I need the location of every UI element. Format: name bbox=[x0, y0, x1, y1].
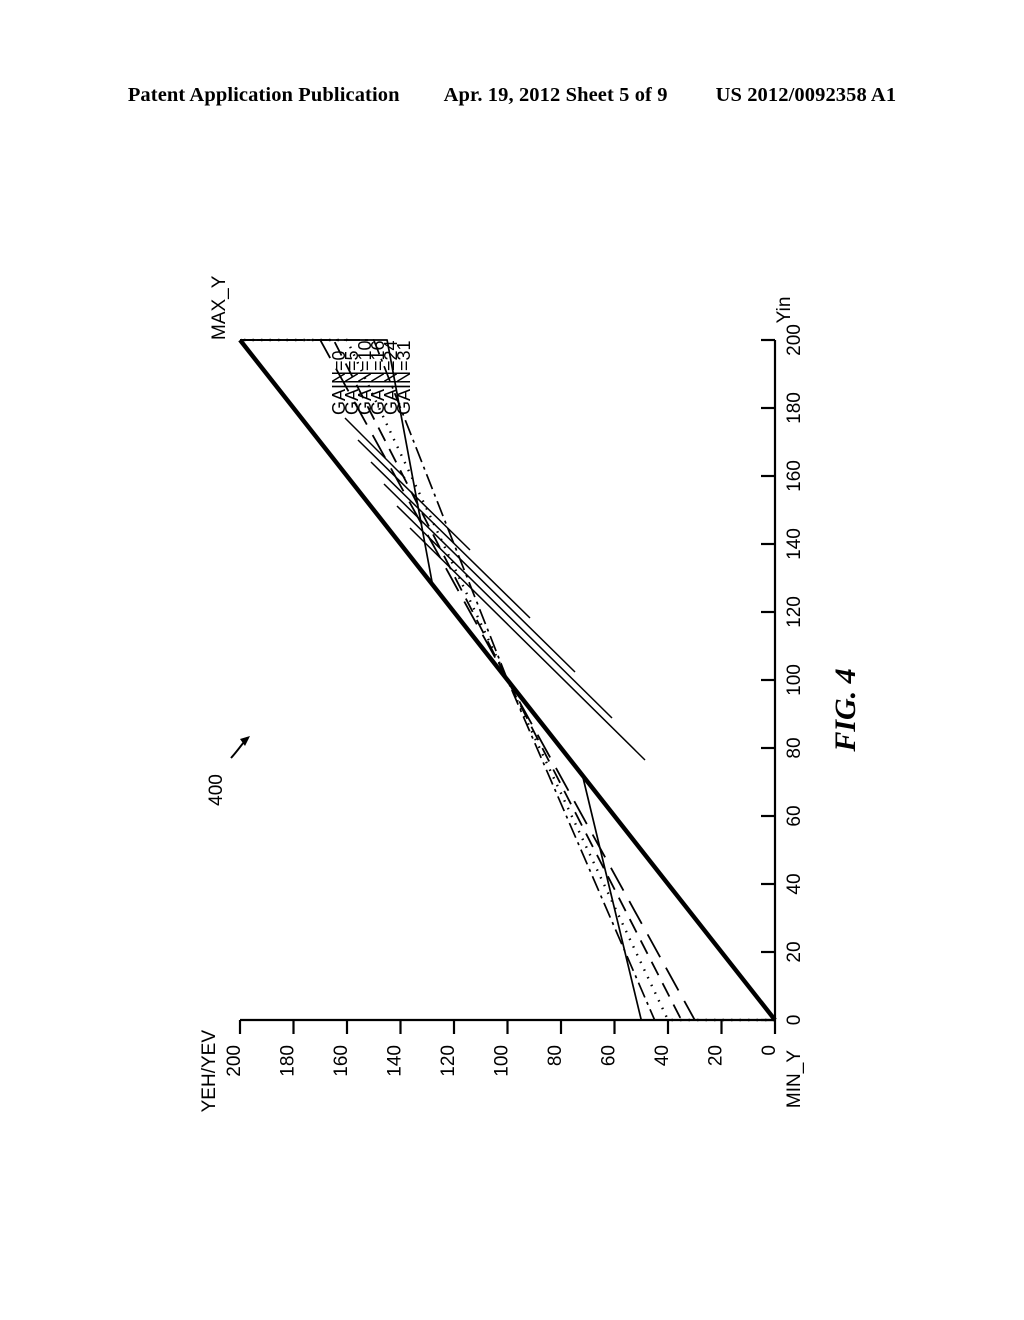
legend-label-gain-31: GAIN=31 bbox=[394, 340, 414, 415]
yehyev-axis-title: YEH/YEV bbox=[199, 1030, 220, 1113]
curve-gain-0 bbox=[238, 338, 777, 1022]
yehyev-tick-label-100: 100 bbox=[492, 1045, 513, 1077]
yehyev-tick-label-200: 200 bbox=[224, 1045, 245, 1077]
leader-gain-5 bbox=[357, 439, 471, 551]
patent-number: US 2012/0092358 A1 bbox=[715, 84, 897, 106]
yehyev-tick-label-60: 60 bbox=[599, 1045, 620, 1066]
leader-gain-24 bbox=[396, 505, 613, 719]
yehyev-tick-label-160: 160 bbox=[331, 1045, 352, 1077]
yin-axis-title: Yin bbox=[774, 297, 795, 324]
yehyev-tick-label-180: 180 bbox=[278, 1045, 299, 1077]
yehyev-tick-label-80: 80 bbox=[545, 1045, 566, 1066]
reference-numeral-group: 400 bbox=[206, 736, 250, 806]
yehyev-tick-label-140: 140 bbox=[385, 1045, 406, 1077]
yin-tick-label-120: 120 bbox=[784, 596, 805, 628]
figure-canvas: 0 20 40 60 80 100 120 140 160 180 200 Yi… bbox=[199, 275, 862, 1113]
yin-tick-label-140: 140 bbox=[784, 528, 805, 560]
yin-tick-label-160: 160 bbox=[784, 460, 805, 492]
yehyev-tick-label-20: 20 bbox=[706, 1045, 727, 1066]
yehyev-tick-label-0: 0 bbox=[759, 1045, 780, 1056]
legend-leaders bbox=[344, 417, 646, 761]
yehyev-tick-label-120: 120 bbox=[438, 1045, 459, 1077]
yin-tick-label-40: 40 bbox=[784, 873, 805, 894]
yehyev-axis-ticks: 200 180 160 140 120 100 80 60 40 20 0 bbox=[224, 1020, 780, 1077]
yin-tick-label-80: 80 bbox=[784, 737, 805, 758]
max-y-label: MAX_Y bbox=[209, 275, 230, 340]
yin-axis-ticks: 0 20 40 60 80 100 120 140 160 180 200 bbox=[761, 324, 805, 1025]
figure-400: 0 20 40 60 80 100 120 140 160 180 200 Yi… bbox=[0, 150, 1024, 1280]
publication-title: Patent Application Publication bbox=[127, 84, 400, 106]
yin-tick-label-100: 100 bbox=[784, 664, 805, 696]
figure-caption: FIG. 4 bbox=[829, 668, 862, 752]
patent-header: Patent Application Publication Apr. 19, … bbox=[0, 84, 1024, 107]
reference-numeral-400: 400 bbox=[206, 774, 227, 806]
publication-date-sheet: Apr. 19, 2012 Sheet 5 of 9 bbox=[443, 84, 668, 106]
yin-tick-label-20: 20 bbox=[784, 941, 805, 962]
yin-tick-label-180: 180 bbox=[784, 392, 805, 424]
leader-gain-0 bbox=[344, 417, 406, 479]
legend-labels: GAIN=0 GAIN=5 GAIN=10 GAIN=16 GAIN=24 GA… bbox=[329, 340, 414, 415]
yin-tick-label-60: 60 bbox=[784, 805, 805, 826]
yin-tick-label-0: 0 bbox=[784, 1015, 805, 1026]
yehyev-tick-label-40: 40 bbox=[652, 1045, 673, 1066]
min-y-label: MIN_Y bbox=[784, 1050, 805, 1108]
yin-tick-label-200: 200 bbox=[784, 324, 805, 356]
